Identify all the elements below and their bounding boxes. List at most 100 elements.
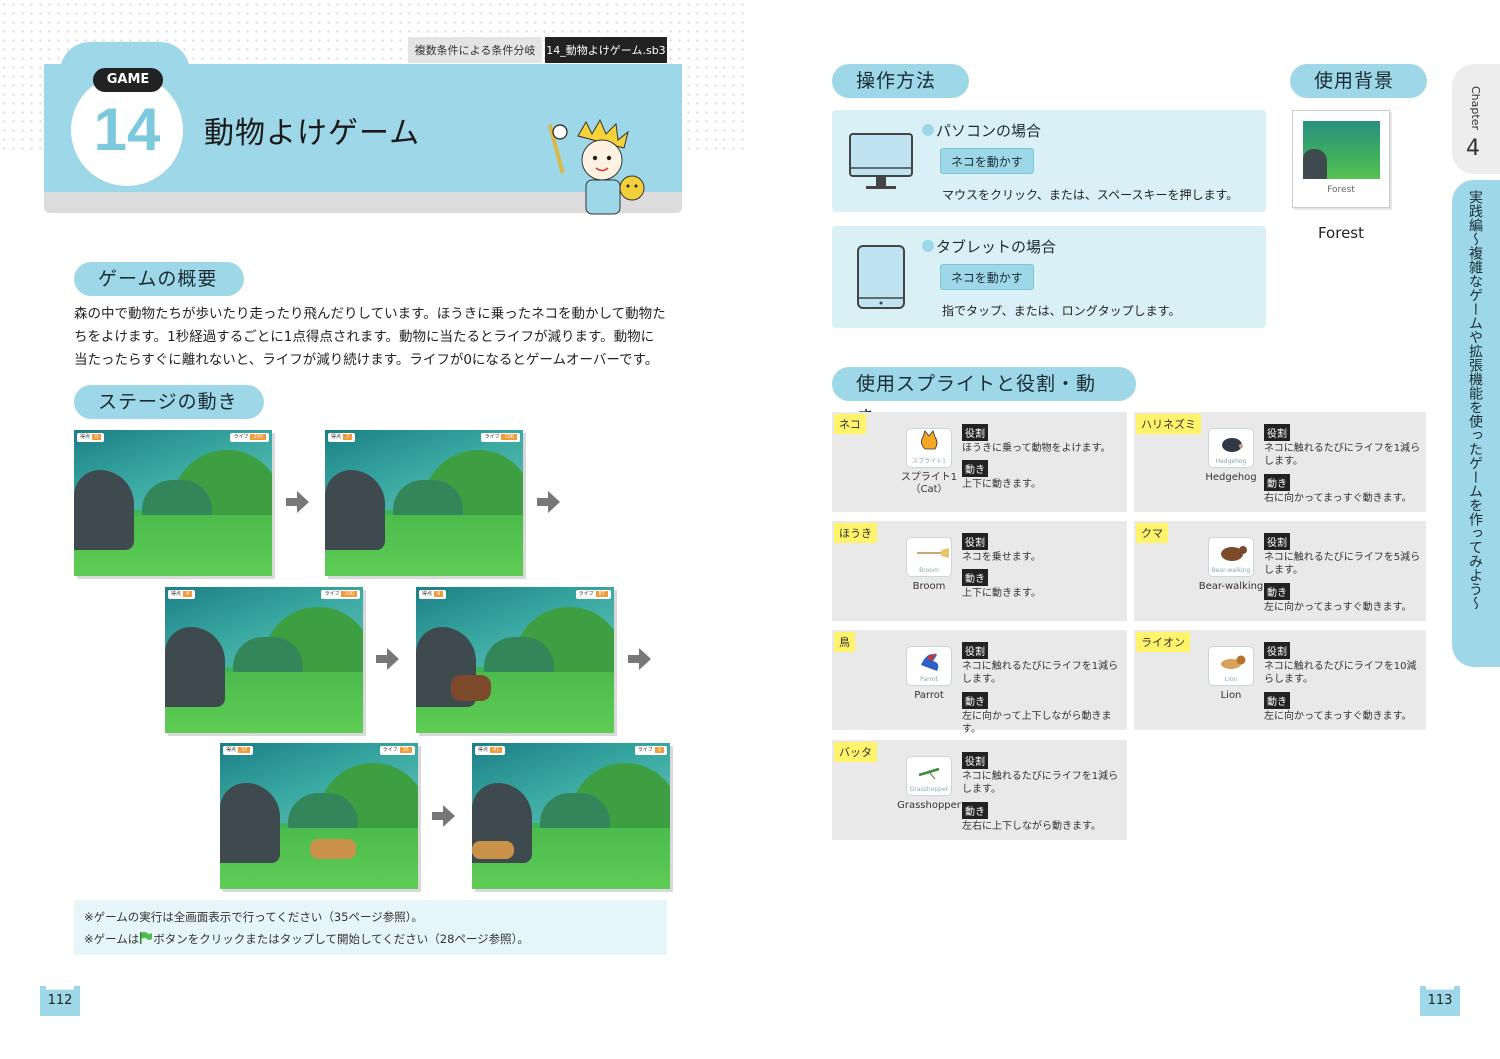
move-label: 動き	[1264, 474, 1290, 491]
sprite-card-cat: ネコ スプライト1 スプライト1 （Cat） 役割 ほうきに乗って動物をよけます…	[832, 412, 1127, 512]
move-label: 動き	[1264, 583, 1290, 600]
tablet-icon	[857, 245, 905, 309]
hedgehog-icon	[1222, 438, 1243, 452]
sprite-move: 上下に動きます。	[962, 479, 1041, 490]
bear-icon	[1221, 546, 1247, 561]
sprite-label: Broom	[912, 581, 946, 592]
page-number-right: 113	[1420, 986, 1460, 1016]
sprite-role: ネコに触れるたびにライフを10減らします。	[1264, 661, 1417, 685]
sprite-role: ネコを乗せます。	[962, 552, 1041, 563]
sprite-name: ハリネズミ	[1136, 414, 1201, 434]
sprite-label: スプライト1 （Cat）	[900, 472, 958, 495]
sprite-card-bear: クマ Bear-walking Bear-walking 役割 ネコに触れるたび…	[1134, 521, 1426, 621]
background-heading: 使用背景	[1290, 64, 1427, 98]
sprite-name: クマ	[1136, 523, 1168, 543]
page-title: 動物よけゲーム	[204, 116, 421, 151]
sprite-thumbnail[interactable]: Broom	[906, 537, 952, 577]
game-label: GAME	[106, 72, 150, 87]
overview-heading: ゲームの概要	[74, 262, 244, 296]
note-line: ※ゲームの実行は全画面表示で行ってください（35ページ参照）。	[84, 910, 424, 924]
role-label: 役割	[962, 424, 988, 441]
sprite-name: ネコ	[834, 414, 866, 434]
sprite-thumbnail[interactable]: Bear-walking	[1208, 537, 1254, 577]
sprite-card-grasshopper: バッタ Grasshopper Grasshopper 役割 ネコに触れるたびに…	[832, 740, 1127, 840]
lion-icon	[1221, 655, 1246, 669]
controls-heading: 操作方法	[832, 64, 969, 98]
tablet-controls-panel: タブレットの場合 ネコを動かす 指でタップ、または、ロングタップします。	[832, 226, 1266, 328]
sprite-move: 左に向かってまっすぐ動きます。	[1264, 602, 1412, 613]
sprite-thumbnail[interactable]: Parrot	[906, 646, 952, 686]
stage-screenshot: 得点 41 ライフ 1	[472, 743, 670, 889]
tablet-description: 指でタップ、または、ロングタップします。	[942, 304, 1181, 318]
stage-screenshot: 得点 2 ライフ 100	[325, 430, 523, 576]
sprite-move: 右に向かってまっすぐ動きます。	[1264, 493, 1412, 504]
move-label: 動き	[962, 569, 988, 586]
role-label: 役割	[962, 752, 988, 769]
section-title: 実践編〜複雑なゲームや拡張機能を使ったゲームを作ってみよう〜	[1467, 190, 1483, 610]
sprite-name: ほうき	[834, 523, 877, 543]
overview-text: 森の中で動物たちが歩いたり走ったり飛んだりしています。ほうきに乗ったネコを動かし…	[74, 303, 674, 372]
move-cat-button[interactable]: ネコを動かす	[940, 264, 1034, 290]
sprite-card-bird: 鳥 Parrot Parrot 役割 ネコに触れるたびにライフを1減らします。 …	[832, 630, 1127, 735]
move-label: 動き	[962, 692, 988, 709]
overview-heading-text: ゲームの概要	[98, 268, 218, 290]
overview-line: 森の中で動物たちが歩いたり走ったり飛んだりしています。ほうきに乗ったネコを動かし…	[74, 306, 666, 322]
stage-heading-text: ステージの動き	[98, 391, 238, 413]
stage-screenshot: 得点 0 ライフ 100	[74, 430, 272, 576]
overview-line: ちをよけます。1秒経過するごとに1点得点されます。動物に当たるとライフが減ります…	[74, 329, 655, 345]
sprite-name: バッタ	[834, 742, 877, 762]
sprite-card-hedgehog: ハリネズミ Hedgehog Hedgehog 役割 ネコに触れるたびにライフを…	[1134, 412, 1426, 512]
bullet-icon	[922, 240, 934, 252]
sprite-card-lion: ライオン Lion Lion 役割 ネコに触れるたびにライフを10減らします。 …	[1134, 630, 1426, 730]
background-thumbnail[interactable]: Forest	[1292, 110, 1390, 208]
parrot-icon	[921, 653, 939, 671]
controls-heading-text: 操作方法	[856, 70, 937, 92]
sprite-thumbnail[interactable]: スプライト1	[906, 428, 952, 468]
sprite-role: ネコに触れるたびにライフを1減らします。	[1264, 443, 1421, 467]
topic-tag: 複数条件による条件分岐	[408, 37, 542, 63]
move-cat-button[interactable]: ネコを動かす	[940, 148, 1034, 174]
move-label: 動き	[1264, 692, 1290, 709]
role-label: 役割	[1264, 642, 1290, 659]
cat-icon	[921, 430, 938, 450]
sprite-label: Grasshopper	[897, 800, 961, 811]
sprite-label: Parrot	[914, 690, 944, 701]
sprite-thumbnail[interactable]: Lion	[1208, 646, 1254, 686]
mascot-illustration	[548, 118, 645, 215]
page-number-left: 112	[40, 986, 80, 1016]
sprite-role: ネコに触れるたびにライフを1減らします。	[962, 661, 1119, 685]
chapter-label: Chapter	[1469, 86, 1482, 130]
stage-screenshot: 得点 4 ライフ 100	[165, 587, 363, 733]
grasshopper-icon	[918, 767, 940, 780]
bullet-icon	[922, 124, 934, 136]
monitor-icon	[849, 133, 913, 189]
role-label: 役割	[1264, 424, 1290, 441]
section-side-tab: 実践編〜複雑なゲームや拡張機能を使ったゲームを作ってみよう〜	[1452, 180, 1500, 667]
overview-line: 当たったらすぐに離れないと、ライフが減り続けます。ライフが0になるとゲームオーバ…	[74, 352, 659, 368]
sprite-move: 左右に上下しながら動きます。	[962, 821, 1101, 832]
notes-box: ※ゲームの実行は全画面表示で行ってください（35ページ参照）。 ※ゲームは ボタン…	[74, 900, 667, 955]
background-heading-text: 使用背景	[1314, 70, 1395, 92]
role-label: 役割	[962, 642, 988, 659]
stage-heading: ステージの動き	[74, 385, 264, 419]
chapter-tab: Chapter 4	[1452, 64, 1500, 174]
sprite-label: Lion	[1220, 690, 1242, 701]
sprites-heading: 使用スプライトと役割・動き	[832, 367, 1136, 429]
topic-tag-text: 複数条件による条件分岐	[414, 44, 536, 57]
move-label: 動き	[962, 802, 988, 819]
role-label: 役割	[1264, 533, 1290, 550]
pc-controls-panel: パソコンの場合 ネコを動かす マウスをクリック、または、スペースキーを押します。	[832, 110, 1266, 212]
sprite-card-broom: ほうき Broom Broom 役割 ネコを乗せます。 動き 上下に動きます。	[832, 521, 1127, 621]
sprite-thumbnail[interactable]: Hedgehog	[1208, 428, 1254, 468]
sprite-move: 左に向かってまっすぐ動きます。	[1264, 711, 1412, 722]
game-number: 14	[93, 96, 161, 163]
role-label: 役割	[962, 533, 988, 550]
sprite-role: ネコに触れるたびにライフを1減らします。	[962, 771, 1119, 795]
chapter-number: 4	[1466, 136, 1480, 161]
pc-title: パソコンの場合	[922, 120, 1041, 141]
file-tag-text: 14_動物よけゲーム.sb3	[546, 44, 666, 57]
green-flag-icon	[140, 931, 153, 944]
background-thumb-label: Forest	[1327, 185, 1355, 195]
sprite-thumbnail[interactable]: Grasshopper	[906, 756, 952, 796]
sprite-move: 左に向かって上下しながら動きます。	[962, 711, 1112, 735]
